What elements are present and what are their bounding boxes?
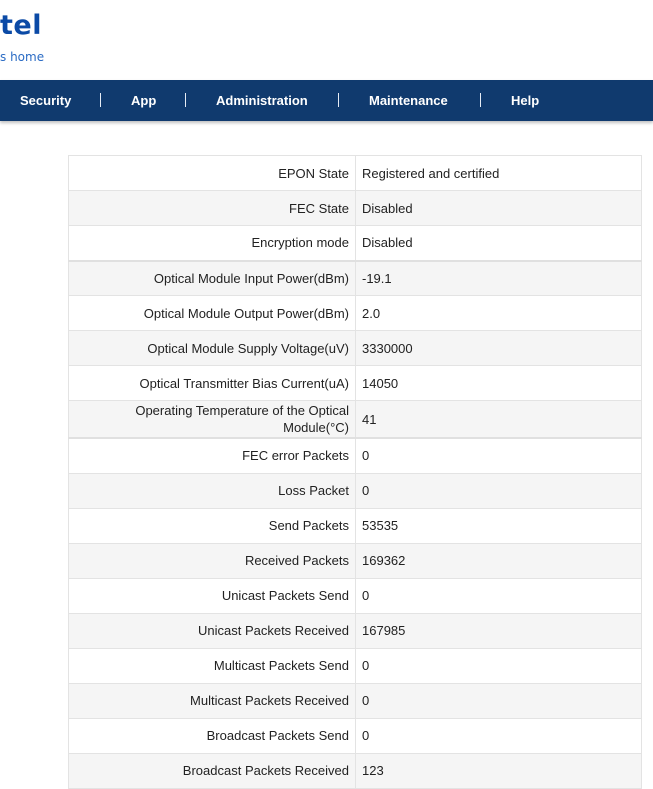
nav-item-app[interactable]: App [131, 80, 156, 121]
row-label: Encryption mode [68, 225, 356, 261]
table-row-supply-voltage: Optical Module Supply Voltage(uV) 333000… [68, 330, 642, 366]
row-label: Unicast Packets Received [68, 612, 356, 649]
nav-separator [100, 93, 101, 107]
table-row-input-power: Optical Module Input Power(dBm) -19.1 [68, 259, 642, 296]
table-row-fec-state: FEC State Disabled [68, 190, 642, 226]
table-row-send-packets: Send Packets 53535 [68, 507, 642, 544]
table-row-loss-packet: Loss Packet 0 [68, 472, 642, 509]
row-label: Send Packets [68, 507, 356, 544]
nav-item-maintenance[interactable]: Maintenance [369, 80, 448, 121]
table-row-received-packets: Received Packets 169362 [68, 542, 642, 579]
row-label: Optical Module Input Power(dBm) [68, 259, 356, 296]
row-label: Received Packets [68, 542, 356, 579]
table-row-fec-error-packets: FEC error Packets 0 [68, 437, 642, 474]
row-value: 0 [355, 577, 642, 614]
table-row-output-power: Optical Module Output Power(dBm) 2.0 [68, 295, 642, 331]
row-value: 0 [355, 717, 642, 754]
nav-item-security[interactable]: Security [20, 80, 71, 121]
nav-separator [480, 93, 481, 107]
row-label: FEC State [68, 190, 356, 226]
row-value: 3330000 [355, 330, 642, 366]
row-value: 167985 [355, 612, 642, 649]
epon-status-table: EPON State Registered and certified FEC … [68, 155, 642, 789]
row-value: Disabled [355, 190, 642, 226]
row-value: -19.1 [355, 259, 642, 296]
row-value: 0 [355, 472, 642, 509]
table-row-unicast-send: Unicast Packets Send 0 [68, 577, 642, 614]
row-label: EPON State [68, 155, 356, 191]
row-value: 0 [355, 647, 642, 684]
table-row-bias-current: Optical Transmitter Bias Current(uA) 140… [68, 365, 642, 401]
row-label: Multicast Packets Received [68, 682, 356, 719]
row-label: Multicast Packets Send [68, 647, 356, 684]
row-label: Operating Temperature of the Optical Mod… [68, 400, 356, 439]
table-row-unicast-received: Unicast Packets Received 167985 [68, 612, 642, 649]
row-value: 14050 [355, 365, 642, 401]
row-value: 123 [355, 752, 642, 789]
table-row-operating-temperature: Operating Temperature of the Optical Mod… [68, 400, 642, 439]
table-row-multicast-received: Multicast Packets Received 0 [68, 682, 642, 719]
row-label: Loss Packet [68, 472, 356, 509]
brand-name: tel [0, 10, 42, 41]
main-nav: Security App Administration Maintenance … [0, 80, 653, 121]
row-label: Optical Transmitter Bias Current(uA) [68, 365, 356, 401]
row-value: 169362 [355, 542, 642, 579]
row-label: FEC error Packets [68, 437, 356, 474]
table-row-broadcast-received: Broadcast Packets Received 123 [68, 752, 642, 789]
brand-tagline: s home [0, 50, 45, 64]
row-value: Disabled [355, 225, 642, 261]
row-value: 0 [355, 682, 642, 719]
row-label: Broadcast Packets Received [68, 752, 356, 789]
row-label: Optical Module Supply Voltage(uV) [68, 330, 356, 366]
row-label: Optical Module Output Power(dBm) [68, 295, 356, 331]
table-row-multicast-send: Multicast Packets Send 0 [68, 647, 642, 684]
row-value: 53535 [355, 507, 642, 544]
row-value: Registered and certified [355, 155, 642, 191]
row-value: 0 [355, 437, 642, 474]
nav-item-help[interactable]: Help [511, 80, 539, 121]
table-row-broadcast-send: Broadcast Packets Send 0 [68, 717, 642, 754]
row-value: 2.0 [355, 295, 642, 331]
table-row-encryption-mode: Encryption mode Disabled [68, 225, 642, 261]
row-label: Broadcast Packets Send [68, 717, 356, 754]
nav-separator [185, 93, 186, 107]
row-value: 41 [355, 400, 642, 439]
nav-item-administration[interactable]: Administration [216, 80, 308, 121]
table-row-epon-state: EPON State Registered and certified [68, 155, 642, 191]
row-label: Unicast Packets Send [68, 577, 356, 614]
nav-separator [338, 93, 339, 107]
